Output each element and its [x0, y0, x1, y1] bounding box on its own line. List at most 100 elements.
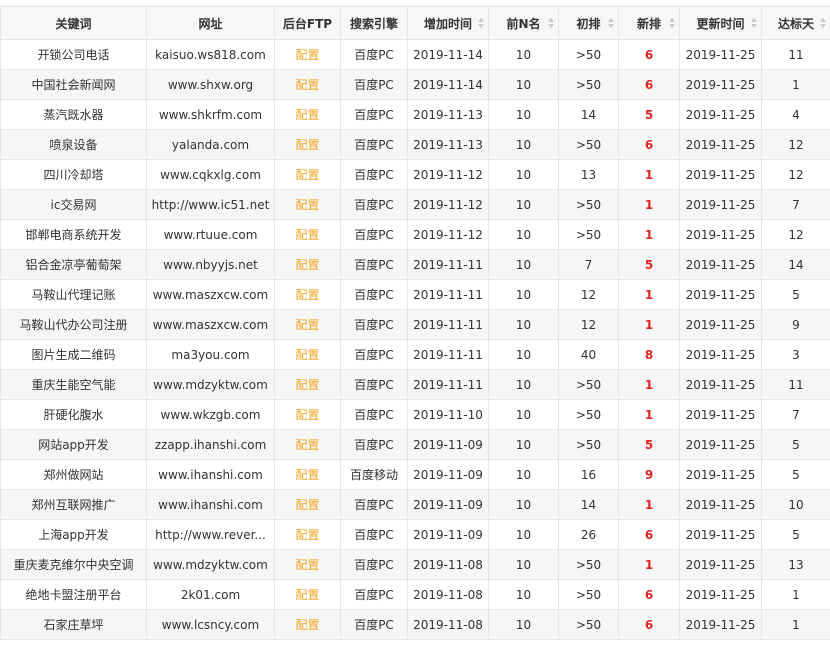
cell-url-cell: http://www.ic51.net: [147, 190, 275, 220]
cell-top-n-cell: 10: [489, 160, 559, 190]
cell-search-engine: 百度PC: [354, 558, 394, 572]
cell-top-n: 10: [516, 288, 531, 302]
cell-keyword-cell: 马鞍山代理记账: [1, 280, 147, 310]
cell-search-engine: 百度PC: [354, 408, 394, 422]
cell-url: yalanda.com: [172, 138, 249, 152]
cell-keyword-cell: 蒸汽既水器: [1, 100, 147, 130]
ftp-config-link[interactable]: 配置: [295, 528, 319, 542]
cell-top-n-cell: 10: [489, 550, 559, 580]
cell-search-engine: 百度PC: [354, 618, 394, 632]
ftp-config-link[interactable]: 配置: [295, 438, 319, 452]
ftp-config-link[interactable]: 配置: [295, 468, 319, 482]
column-header-updated-time[interactable]: 更新时间: [680, 7, 762, 40]
ftp-config-link[interactable]: 配置: [295, 78, 319, 92]
cell-keyword-cell: 上海app开发: [1, 520, 147, 550]
cell-url: www.ihanshi.com: [158, 498, 263, 512]
cell-added-time: 2019-11-13: [413, 138, 483, 152]
sort-icon[interactable]: [751, 18, 757, 28]
column-header-initial-rank[interactable]: 初排: [559, 7, 619, 40]
cell-new-rank: 5: [645, 258, 653, 272]
ftp-config-link[interactable]: 配置: [295, 258, 319, 272]
table-row: 邯郸电商系统开发www.rtuue.com配置百度PC2019-11-1210>…: [1, 220, 830, 250]
cell-updated-time: 2019-11-25: [686, 528, 756, 542]
cell-added-time-cell: 2019-11-11: [408, 310, 489, 340]
cell-updated-time-cell: 2019-11-25: [680, 190, 762, 220]
cell-top-n-cell: 10: [489, 460, 559, 490]
cell-url: www.mdzyktw.com: [153, 558, 268, 572]
ftp-config-link[interactable]: 配置: [295, 138, 319, 152]
ftp-config-link[interactable]: 配置: [295, 318, 319, 332]
cell-new-rank: 6: [645, 528, 653, 542]
table-row: 四川冷却塔www.cqkxlg.com配置百度PC2019-11-1210131…: [1, 160, 830, 190]
ftp-config-link[interactable]: 配置: [295, 198, 319, 212]
cell-keyword-cell: 铝合金凉亭葡萄架: [1, 250, 147, 280]
ftp-config-link[interactable]: 配置: [295, 498, 319, 512]
cell-search-engine-cell: 百度PC: [341, 610, 408, 640]
cell-days-reached-cell: 10: [762, 490, 830, 520]
column-header-days-reached[interactable]: 达标天: [762, 7, 830, 40]
cell-url: www.nbyyjs.net: [163, 258, 258, 272]
ftp-config-link[interactable]: 配置: [295, 228, 319, 242]
cell-top-n-cell: 10: [489, 520, 559, 550]
cell-top-n: 10: [516, 438, 531, 452]
column-header-added-time[interactable]: 增加时间: [408, 7, 489, 40]
cell-url-cell: www.shkrfm.com: [147, 100, 275, 130]
cell-top-n-cell: 10: [489, 610, 559, 640]
sort-icon[interactable]: [478, 18, 484, 28]
cell-search-engine: 百度PC: [354, 498, 394, 512]
cell-url: ma3you.com: [171, 348, 249, 362]
ftp-config-link[interactable]: 配置: [295, 408, 319, 422]
cell-url: kaisuo.ws818.com: [155, 48, 266, 62]
cell-top-n: 10: [516, 258, 531, 272]
cell-days-reached-cell: 1: [762, 610, 830, 640]
ftp-config-link-cell: 配置: [275, 70, 341, 100]
cell-added-time: 2019-11-11: [413, 258, 483, 272]
cell-updated-time: 2019-11-25: [686, 348, 756, 362]
ftp-config-link[interactable]: 配置: [295, 588, 319, 602]
ftp-config-link-cell: 配置: [275, 490, 341, 520]
sort-icon[interactable]: [669, 18, 675, 28]
table-row: 绝地卡盟注册平台2k01.com配置百度PC2019-11-0810>50620…: [1, 580, 830, 610]
column-header-top-n[interactable]: 前N名: [489, 7, 559, 40]
cell-url: www.rtuue.com: [164, 228, 258, 242]
ftp-config-link[interactable]: 配置: [295, 618, 319, 632]
ftp-config-link[interactable]: 配置: [295, 288, 319, 302]
cell-days-reached: 12: [788, 138, 803, 152]
cell-keyword: 郑州做网站: [43, 468, 103, 482]
cell-updated-time: 2019-11-25: [686, 378, 756, 392]
column-header-new-rank[interactable]: 新排: [619, 7, 680, 40]
ftp-config-link-cell: 配置: [275, 430, 341, 460]
cell-initial-rank-cell: >50: [559, 190, 619, 220]
sort-icon[interactable]: [608, 18, 614, 28]
ftp-config-link[interactable]: 配置: [295, 348, 319, 362]
cell-days-reached: 12: [788, 168, 803, 182]
ftp-config-link[interactable]: 配置: [295, 558, 319, 572]
cell-added-time-cell: 2019-11-13: [408, 130, 489, 160]
cell-added-time-cell: 2019-11-14: [408, 70, 489, 100]
ftp-config-link[interactable]: 配置: [295, 108, 319, 122]
cell-days-reached-cell: 7: [762, 400, 830, 430]
table-row: 重庆生能空气能www.mdzyktw.com配置百度PC2019-11-1110…: [1, 370, 830, 400]
sort-icon[interactable]: [820, 18, 826, 28]
column-header-label: 达标天: [778, 17, 814, 31]
cell-added-time-cell: 2019-11-09: [408, 430, 489, 460]
ftp-config-link-cell: 配置: [275, 130, 341, 160]
ftp-config-link[interactable]: 配置: [295, 168, 319, 182]
cell-added-time: 2019-11-12: [413, 228, 483, 242]
cell-keyword: 肝硬化腹水: [43, 408, 103, 422]
sort-icon[interactable]: [548, 18, 554, 28]
ftp-config-link[interactable]: 配置: [295, 378, 319, 392]
cell-search-engine: 百度PC: [354, 258, 394, 272]
column-header-label: 初排: [576, 17, 600, 31]
cell-keyword-cell: 重庆生能空气能: [1, 370, 147, 400]
cell-added-time-cell: 2019-11-12: [408, 190, 489, 220]
cell-top-n: 10: [516, 168, 531, 182]
cell-new-rank-cell: 6: [619, 610, 680, 640]
cell-top-n: 10: [516, 78, 531, 92]
cell-updated-time: 2019-11-25: [686, 138, 756, 152]
cell-keyword: 网站app开发: [38, 438, 109, 452]
cell-added-time-cell: 2019-11-09: [408, 490, 489, 520]
column-header-keyword: 关键词: [1, 7, 147, 40]
cell-updated-time: 2019-11-25: [686, 48, 756, 62]
ftp-config-link[interactable]: 配置: [295, 48, 319, 62]
